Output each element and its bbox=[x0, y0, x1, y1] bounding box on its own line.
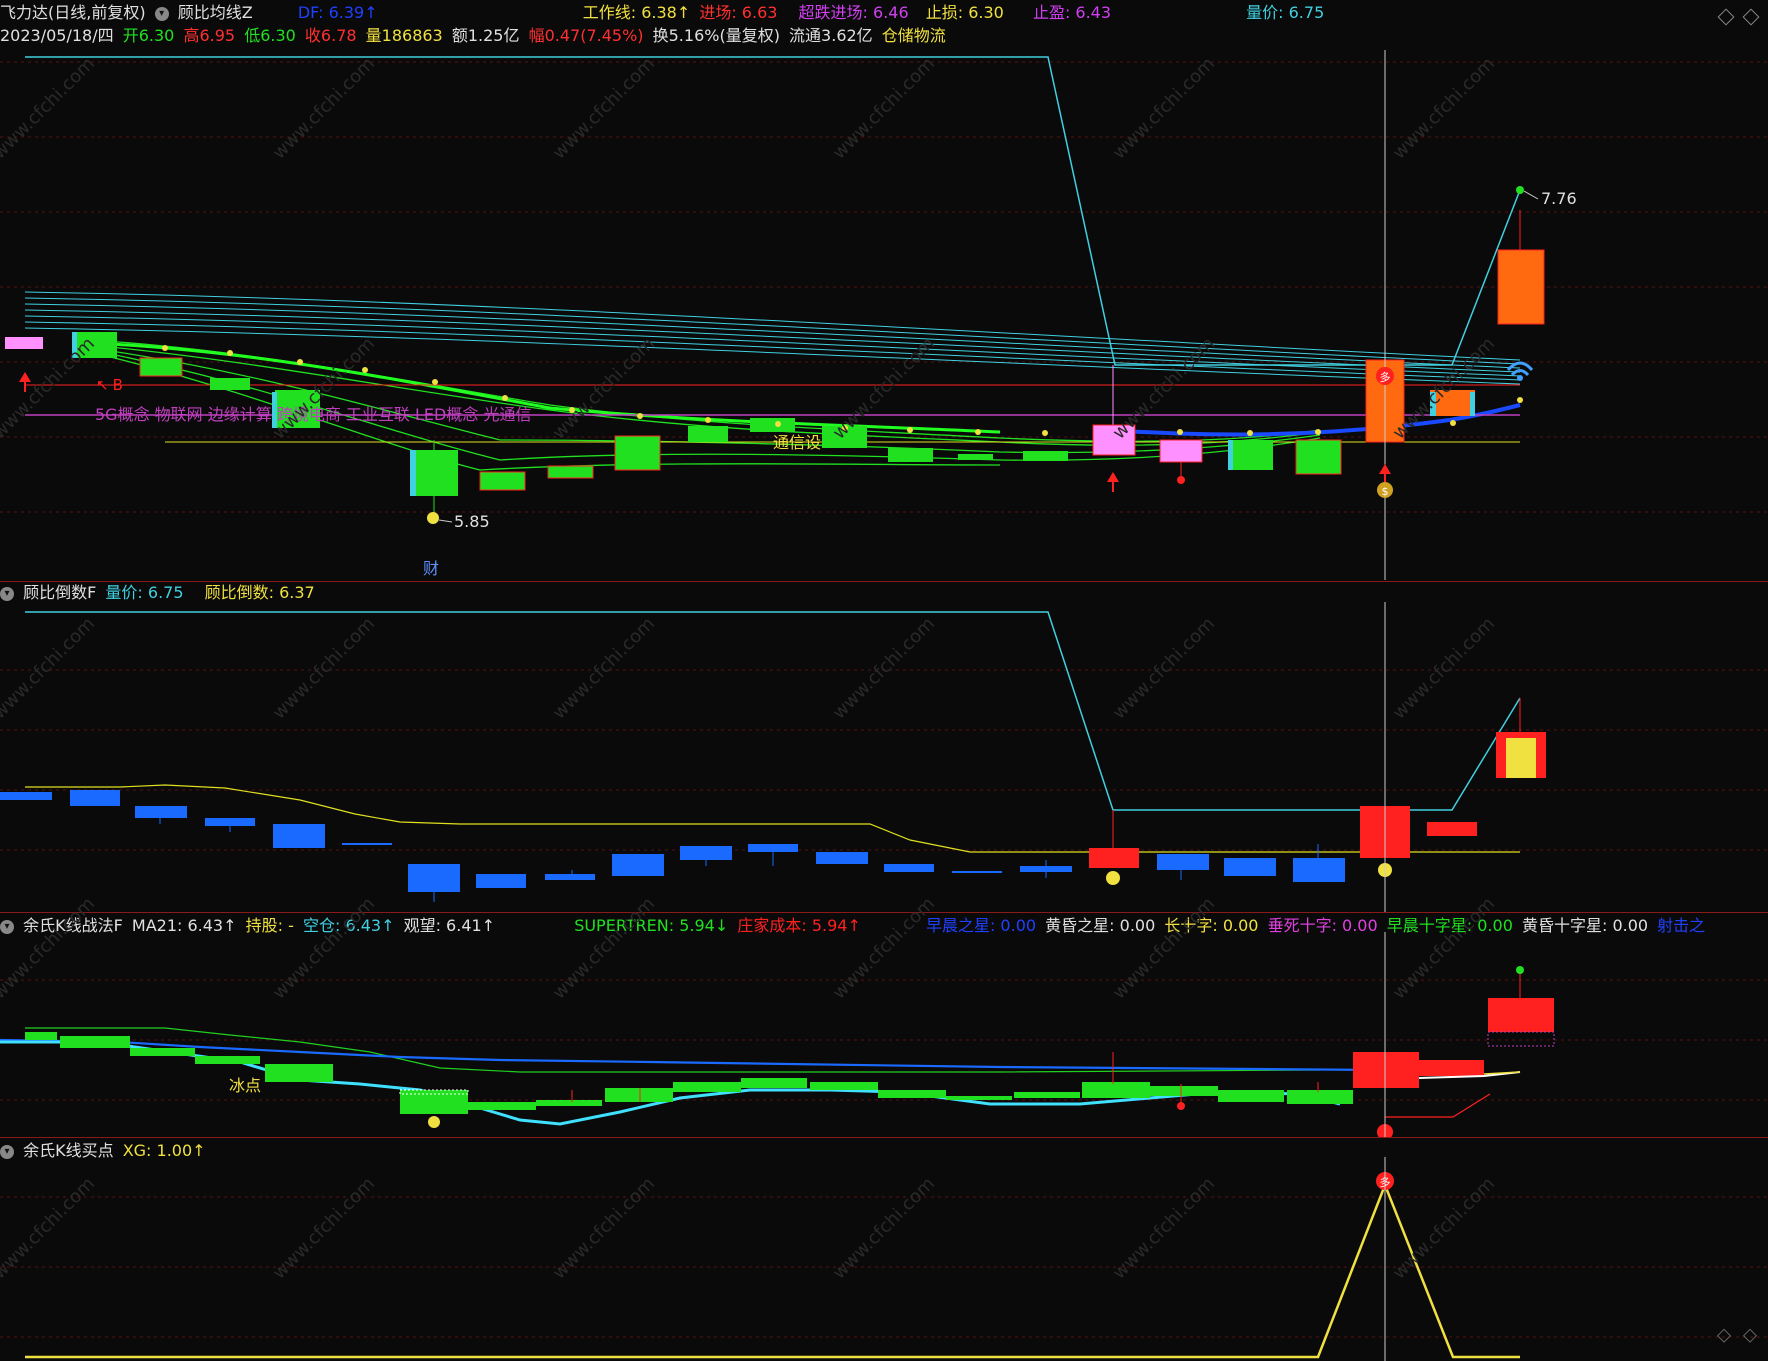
buy-point-chart[interactable]: 多 bbox=[0, 1137, 1768, 1361]
wifi-icon bbox=[1506, 361, 1534, 377]
finance-marker[interactable]: 财 bbox=[423, 558, 439, 580]
pane4-diamond-icons bbox=[1716, 1328, 1758, 1343]
sector-label: 通信设 bbox=[773, 433, 822, 452]
red-up-arrow-icon-2 bbox=[1107, 472, 1119, 492]
high-marker-dot bbox=[1516, 186, 1524, 194]
red-up-arrow-icon bbox=[19, 372, 31, 392]
svg-text:$: $ bbox=[1382, 485, 1389, 498]
kline-strategy-chart[interactable] bbox=[0, 912, 1768, 1137]
b-signal-label: ↖ B bbox=[96, 376, 123, 394]
low-price-label: 5.85 bbox=[454, 512, 490, 531]
low-marker-dot bbox=[427, 512, 439, 524]
countdown-chart[interactable] bbox=[0, 582, 1768, 912]
arrow-icon: ↖ bbox=[96, 376, 109, 394]
main-cyan-line bbox=[25, 56, 1521, 366]
concept-label: 5G概念 物联网 边缘计算 跨境电商 工业互联 LED概念 光通信 bbox=[95, 405, 532, 424]
long-term-ma-fan bbox=[24, 291, 1521, 385]
high-price-label: 7.76 bbox=[1541, 189, 1577, 208]
red-up-arrow-icon-3 bbox=[1379, 464, 1391, 482]
svg-text:多: 多 bbox=[1380, 370, 1391, 384]
main-price-chart[interactable]: 多 $ bbox=[0, 0, 1768, 580]
ice-point-label: 冰点 bbox=[229, 1076, 262, 1095]
